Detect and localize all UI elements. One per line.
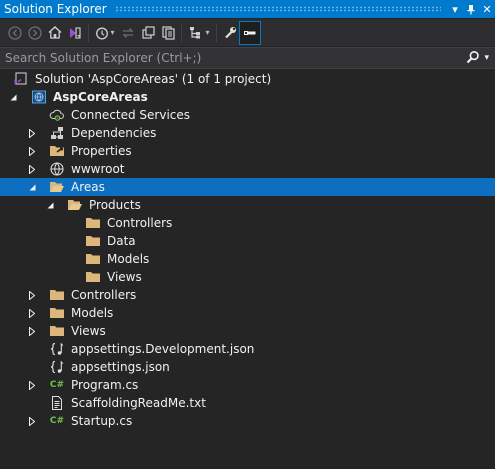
- tree-item-properties[interactable]: Properties: [0, 142, 495, 160]
- solution-icon: [13, 71, 29, 87]
- folder-icon: [49, 305, 65, 321]
- tree-item-controllers[interactable]: Controllers: [0, 286, 495, 304]
- forward-icon[interactable]: [25, 22, 45, 44]
- solution-tree: Solution 'AspCoreAreas' (1 of 1 project)…: [0, 70, 495, 430]
- globe-icon: [49, 161, 65, 177]
- refresh-icon[interactable]: [138, 22, 158, 44]
- tree-item-label: Models: [71, 306, 114, 320]
- expanded-arrow-icon[interactable]: [8, 88, 18, 106]
- folder-icon: [85, 215, 101, 231]
- tree-item-appsettings-json[interactable]: appsettings.json: [0, 358, 495, 376]
- folder-icon: [49, 287, 65, 303]
- tree-item-area-controllers[interactable]: Controllers: [0, 214, 495, 232]
- expanded-arrow-icon[interactable]: [45, 196, 55, 214]
- web-project-globe-icon: [31, 89, 47, 105]
- tree-item-label: appsettings.json: [71, 360, 170, 374]
- back-icon[interactable]: [5, 22, 25, 44]
- tree-item-products[interactable]: Products: [0, 196, 495, 214]
- tree-item-label: ScaffoldingReadMe.txt: [71, 396, 206, 410]
- tree-item-program-cs[interactable]: C# Program.cs: [0, 376, 495, 394]
- tree-item-wwwroot[interactable]: wwwroot: [0, 160, 495, 178]
- tree-item-label: Dependencies: [71, 126, 157, 140]
- collapsed-arrow-icon[interactable]: [27, 286, 37, 304]
- chevron-down-icon[interactable]: ▾: [205, 28, 209, 37]
- tree-item-solution[interactable]: Solution 'AspCoreAreas' (1 of 1 project): [0, 70, 495, 88]
- pending-changes-filter-icon[interactable]: ▾: [92, 22, 118, 44]
- open-folder-icon: [49, 179, 65, 195]
- tree-item-label: Views: [71, 324, 106, 338]
- collapsed-arrow-icon[interactable]: [27, 304, 37, 322]
- tree-item-views[interactable]: Views: [0, 322, 495, 340]
- json-file-icon: [49, 359, 65, 375]
- pin-icon[interactable]: [463, 0, 479, 18]
- tree-item-label: Properties: [71, 144, 132, 158]
- window-title: Solution Explorer: [4, 2, 107, 16]
- tree-item-label: appsettings.Development.json: [71, 342, 255, 356]
- collapsed-arrow-icon[interactable]: [27, 142, 37, 160]
- connected-services-icon: [49, 107, 65, 123]
- tree-item-label: Areas: [71, 180, 105, 194]
- folder-icon: [49, 323, 65, 339]
- tree-item-label: Connected Services: [71, 108, 191, 122]
- json-file-icon: [49, 341, 65, 357]
- tree-item-area-views[interactable]: Views: [0, 268, 495, 286]
- tree-item-scaffolding-readme[interactable]: ScaffoldingReadMe.txt: [0, 394, 495, 412]
- collapsed-arrow-icon[interactable]: [27, 124, 37, 142]
- folder-icon: [85, 269, 101, 285]
- tree-item-area-data[interactable]: Data: [0, 232, 495, 250]
- properties-folder-icon: [49, 143, 65, 159]
- tree-item-label: Startup.cs: [71, 414, 133, 428]
- tree-item-label: Products: [89, 198, 141, 212]
- title-bar: Solution Explorer ▾ ✕: [0, 0, 495, 18]
- tree-item-startup-cs[interactable]: C# Startup.cs: [0, 412, 495, 430]
- collapsed-arrow-icon[interactable]: [27, 412, 37, 430]
- toolbar: ▾ ▾: [0, 19, 495, 46]
- sync-with-active-document-icon[interactable]: [118, 22, 138, 44]
- tree-item-label: Controllers: [107, 216, 173, 230]
- folder-icon: [85, 233, 101, 249]
- tree-item-label: Solution 'AspCoreAreas' (1 of 1 project): [35, 72, 272, 86]
- tree-item-models[interactable]: Models: [0, 304, 495, 322]
- drag-grip[interactable]: [114, 6, 441, 12]
- open-folder-icon: [67, 197, 83, 213]
- tree-item-area-models[interactable]: Models: [0, 250, 495, 268]
- tree-item-label: AspCoreAreas: [53, 90, 148, 104]
- tree-item-connected-services[interactable]: Connected Services: [0, 106, 495, 124]
- tree-item-label: Views: [107, 270, 142, 284]
- search-icon[interactable]: [466, 50, 480, 67]
- tree-item-label: wwwroot: [71, 162, 125, 176]
- search-options-dropdown-icon[interactable]: ▾: [484, 53, 489, 63]
- folder-icon: [85, 251, 101, 267]
- csharp-file-icon: C#: [49, 380, 65, 390]
- search-input[interactable]: [0, 47, 467, 69]
- collapse-all-icon[interactable]: [158, 22, 178, 44]
- tree-item-label: Models: [107, 252, 150, 266]
- close-icon[interactable]: ✕: [479, 0, 495, 18]
- collapsed-arrow-icon[interactable]: [27, 376, 37, 394]
- tree-item-label: Data: [107, 234, 136, 248]
- toolbar-separator: [216, 23, 217, 42]
- text-file-icon: [49, 395, 65, 411]
- preview-selected-items-icon[interactable]: [239, 20, 261, 45]
- csharp-file-icon: C#: [49, 416, 65, 426]
- tree-item-project[interactable]: AspCoreAreas: [0, 88, 495, 106]
- collapsed-arrow-icon[interactable]: [27, 322, 37, 340]
- toolbar-separator: [88, 23, 89, 42]
- toolbar-separator: [181, 23, 182, 42]
- tree-item-label: Controllers: [71, 288, 137, 302]
- switch-views-icon[interactable]: [65, 22, 85, 44]
- dependencies-icon: [49, 125, 65, 141]
- search-bar: ▾: [0, 47, 495, 69]
- window-position-dropdown-icon[interactable]: ▾: [447, 0, 463, 18]
- properties-wrench-icon[interactable]: [220, 22, 240, 44]
- chevron-down-icon[interactable]: ▾: [110, 28, 114, 37]
- show-all-files-icon[interactable]: ▾: [185, 22, 213, 44]
- tree-item-dependencies[interactable]: Dependencies: [0, 124, 495, 142]
- expanded-arrow-icon[interactable]: [27, 178, 37, 196]
- tree-item-label: Program.cs: [71, 378, 139, 392]
- tree-item-appsettings-development-json[interactable]: appsettings.Development.json: [0, 340, 495, 358]
- home-icon[interactable]: [45, 22, 65, 44]
- collapsed-arrow-icon[interactable]: [27, 160, 37, 178]
- tree-item-areas[interactable]: Areas: [0, 178, 495, 196]
